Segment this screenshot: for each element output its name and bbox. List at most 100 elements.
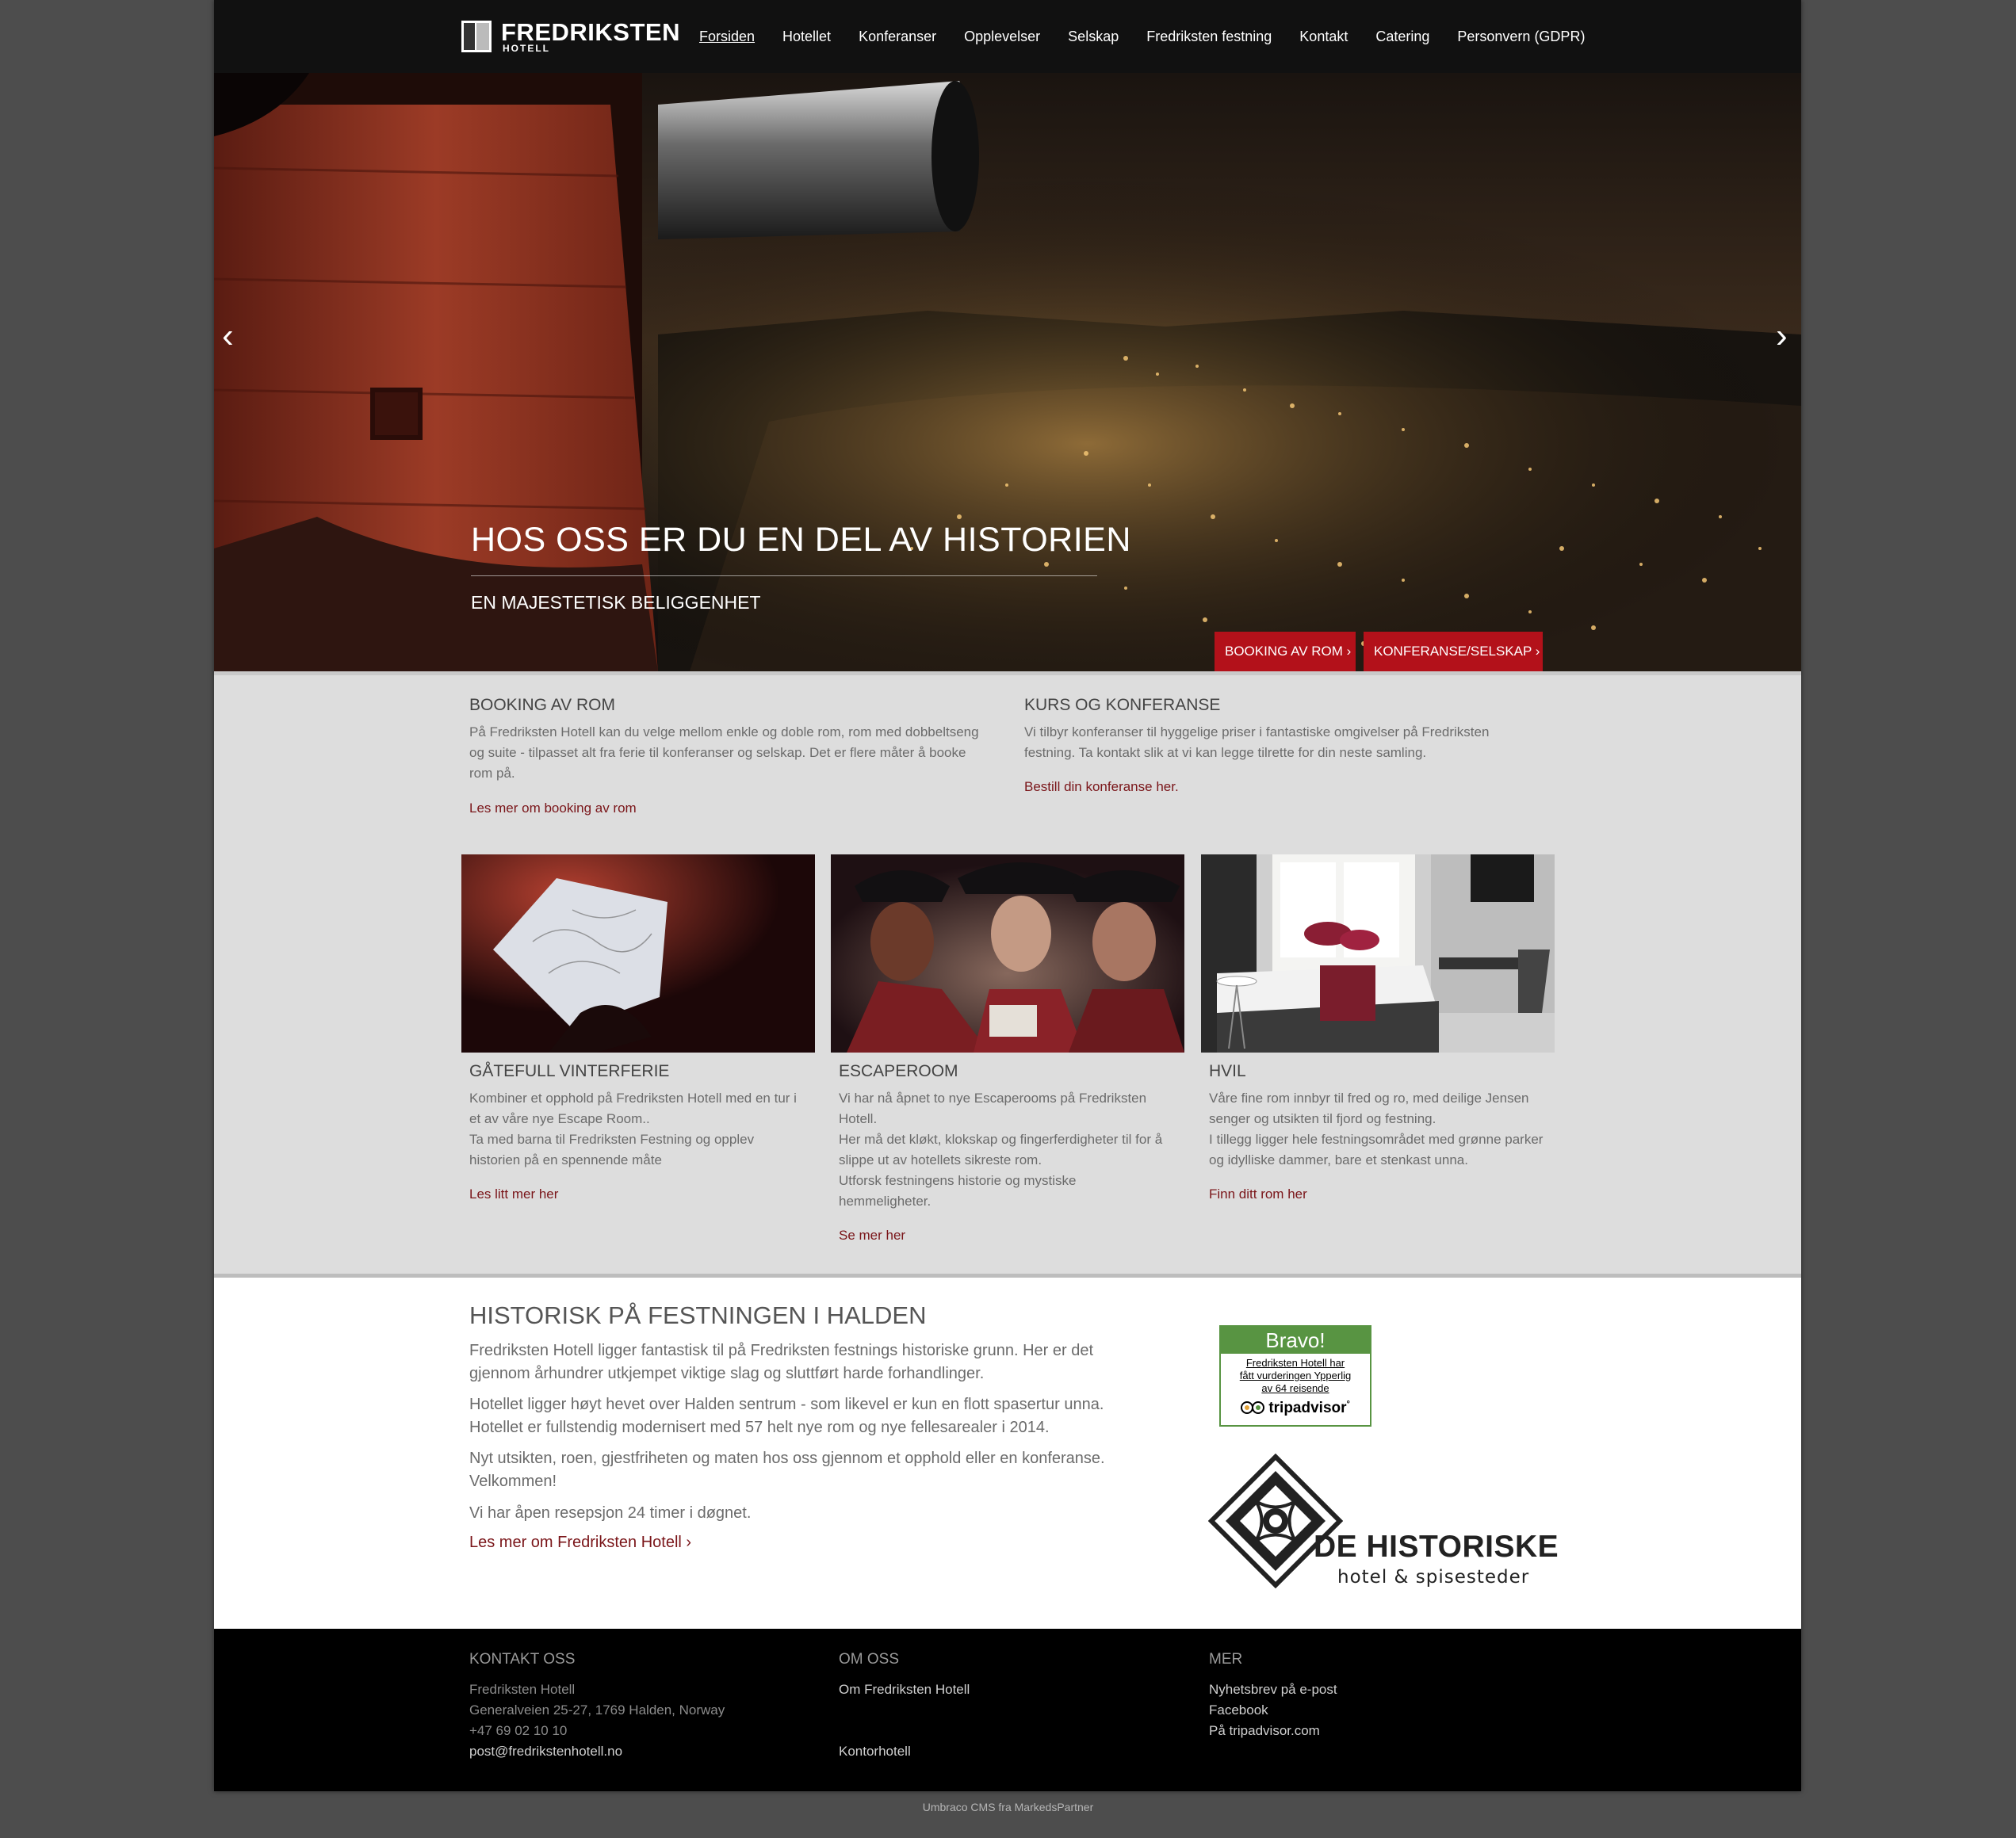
conference-text-line: festning. Ta kontakt slik at vi kan legg… — [1024, 745, 1427, 760]
card-link-hvil[interactable]: Finn ditt rom her — [1209, 1186, 1307, 1202]
nav-item-hotellet[interactable]: Hotellet — [782, 29, 831, 45]
conference-title: KURS OG KONFERANSE — [1024, 696, 1221, 714]
hero-slider: ‹ › HOS OSS ER DU EN DEL AV HISTORIEN EN… — [214, 73, 1801, 671]
nav-item-fredriksten-festning[interactable]: Fredriksten festning — [1146, 29, 1272, 45]
about-section: HISTORISK PÅ FESTNINGEN I HALDEN Fredrik… — [214, 1274, 1801, 1629]
card-image-hvil[interactable] — [1201, 854, 1555, 1053]
footer-link-kontorhotell[interactable]: Kontorhotell — [839, 1744, 911, 1760]
footer-about-title: OM OSS — [839, 1651, 900, 1668]
tripadvisor-heading: Bravo! — [1221, 1327, 1370, 1354]
about-link[interactable]: Les mer om Fredriksten Hotell › — [469, 1534, 691, 1552]
nav-item-kontakt[interactable]: Kontakt — [1299, 29, 1348, 45]
nav-item-selskap[interactable]: Selskap — [1068, 29, 1119, 45]
nav-item-personvern[interactable]: Personvern (GDPR) — [1457, 29, 1585, 45]
card-text-line: Ta med barna til Fredriksten Festning og… — [469, 1132, 755, 1147]
tripadvisor-text: Fredriksten Hotell har fått vurderingen … — [1221, 1354, 1370, 1395]
hero-divider — [471, 575, 1097, 576]
conference-text-line: Vi tilbyr konferanser til hyggelige pris… — [1024, 724, 1490, 739]
conference-link[interactable]: Bestill din konferanse her. — [1024, 779, 1179, 795]
services-section: BOOKING AV ROM På Fredriksten Hotell kan… — [214, 671, 1801, 1274]
site-header: FREDRIKSTEN HOTELL Forsiden Hotellet Kon… — [214, 0, 1801, 73]
owl-icon — [1241, 1400, 1268, 1416]
card-text-line: Utforsk festningens historie og mystiske — [839, 1173, 1077, 1188]
about-paragraph: Fredriksten Hotell ligger fantastisk til… — [469, 1339, 1127, 1385]
card-text-line: slippe ut av hotellets sikreste rom. — [839, 1152, 1042, 1167]
tripadvisor-text-line: fått vurderingen Ypperlig — [1239, 1370, 1352, 1381]
conference-text: Vi tilbyr konferanser til hyggelige pris… — [1024, 722, 1489, 763]
about-title: HISTORISK PÅ FESTNINGEN I HALDEN — [469, 1301, 927, 1329]
footer-link-om-hotell[interactable]: Om Fredriksten Hotell — [839, 1682, 970, 1698]
about-line: Nyt utsikten, roen, gjestfriheten og mat… — [469, 1450, 1105, 1467]
card-text-line: et av våre nye Escape Room.. — [469, 1111, 650, 1126]
page-container: FREDRIKSTEN HOTELL Forsiden Hotellet Kon… — [214, 0, 1801, 1791]
booking-text: På Fredriksten Hotell kan du velge mello… — [469, 722, 979, 784]
footer-contact-address: Generalveien 25-27, 1769 Halden, Norway — [469, 1702, 725, 1718]
card-text-line: historien på en spennende måte — [469, 1152, 662, 1167]
card-text-line: I tillegg ligger hele festningsområdet m… — [1209, 1132, 1544, 1147]
tripadvisor-logo: tripadvisor° — [1221, 1400, 1370, 1417]
card-image-vinterferie[interactable] — [461, 854, 815, 1053]
tripadvisor-badge[interactable]: Bravo! Fredriksten Hotell har fått vurde… — [1219, 1325, 1371, 1427]
cms-credit[interactable]: Umbraco CMS fra MarkedsPartner — [0, 1801, 2016, 1813]
booking-link[interactable]: Les mer om booking av rom — [469, 801, 637, 816]
footer-contact-name: Fredriksten Hotell — [469, 1682, 576, 1697]
footer-link-facebook[interactable]: Facebook — [1209, 1702, 1268, 1718]
card-text-line: Våre fine rom innbyr til fred og ro, med… — [1209, 1091, 1529, 1106]
hero-prev-button[interactable]: ‹ — [222, 319, 234, 353]
about-line: Hotellet ligger høyt hevet over Halden s… — [469, 1396, 1104, 1413]
hero-image — [214, 73, 1801, 671]
about-line: Vi har åpen resepsjon 24 timer i døgnet. — [469, 1504, 752, 1522]
footer-contact-title: KONTAKT OSS — [469, 1651, 576, 1668]
tripadvisor-wordmark: tripadvisor — [1268, 1400, 1347, 1416]
card-text-line: Her må det kløkt, klokskap og fingerferd… — [839, 1132, 1163, 1147]
about-line: Hotellet er fullstendig modernisert med … — [469, 1419, 1050, 1436]
card-text-line: og idylliske dammer, bare et stenkast un… — [1209, 1152, 1468, 1167]
nav-item-forsiden[interactable]: Forsiden — [699, 29, 755, 45]
nav-item-opplevelser[interactable]: Opplevelser — [964, 29, 1040, 45]
footer-link-newsletter[interactable]: Nyhetsbrev på e-post — [1209, 1682, 1337, 1698]
footer-contact-phone: +47 69 02 10 10 — [469, 1723, 568, 1738]
chevron-left-icon: ‹ — [222, 316, 234, 355]
hero-subtitle: EN MAJESTETISK BELIGGENHET — [471, 592, 761, 613]
footer-link-tripadvisor[interactable]: På tripadvisor.com — [1209, 1723, 1320, 1739]
card-link-escaperoom[interactable]: Se mer her — [839, 1228, 905, 1244]
booking-button[interactable]: BOOKING AV ROM › — [1215, 632, 1356, 671]
logo-mark-icon — [461, 21, 492, 52]
tripadvisor-text-line: Fredriksten Hotell har — [1245, 1357, 1345, 1369]
booking-title: BOOKING AV ROM — [469, 696, 615, 714]
card-link-vinterferie[interactable]: Les litt mer her — [469, 1186, 558, 1202]
card-title-hvil: HVIL — [1209, 1062, 1246, 1080]
hero-title: HOS OSS ER DU EN DEL AV HISTORIEN — [471, 521, 1131, 559]
card-text-vinterferie: Kombiner et opphold på Fredriksten Hotel… — [469, 1088, 797, 1171]
footer-more-title: MER — [1209, 1651, 1243, 1668]
booking-text-line: På Fredriksten Hotell kan du velge mello… — [469, 724, 979, 739]
site-footer: KONTAKT OSS Fredriksten Hotell Generalve… — [214, 1629, 1801, 1791]
about-line: Fredriksten Hotell ligger fantastisk til… — [469, 1342, 1094, 1359]
de-historiske-logo[interactable]: DE HISTORISKE hotel & spisesteder — [1208, 1454, 1559, 1588]
de-historiske-emblem-icon — [1208, 1454, 1343, 1588]
card-text-line: Hotell. — [839, 1111, 878, 1126]
card-text-line: Kombiner et opphold på Fredriksten Hotel… — [469, 1091, 797, 1106]
booking-text-line: rom på. — [469, 766, 515, 781]
card-text-escaperoom: Vi har nå åpnet to nye Escaperooms på Fr… — [839, 1088, 1162, 1212]
card-text-line: hemmeligheter. — [839, 1194, 931, 1209]
tripadvisor-text-line: av 64 reisende — [1261, 1382, 1329, 1394]
chevron-right-icon: › — [1776, 316, 1788, 355]
about-paragraph: Vi har åpen resepsjon 24 timer i døgnet. — [469, 1502, 1127, 1525]
nav-item-catering[interactable]: Catering — [1375, 29, 1429, 45]
main-nav: Forsiden Hotellet Konferanser Opplevelse… — [699, 0, 1612, 73]
card-text-hvil: Våre fine rom innbyr til fred og ro, med… — [1209, 1088, 1543, 1171]
card-image-escaperoom[interactable] — [831, 854, 1184, 1053]
card-text-line: Vi har nå åpnet to nye Escaperooms på Fr… — [839, 1091, 1147, 1106]
footer-contact-email[interactable]: post@fredrikstenhotell.no — [469, 1744, 622, 1760]
de-historiske-name: DE HISTORISKE — [1314, 1530, 1559, 1564]
about-paragraph: Nyt utsikten, roen, gjestfriheten og mat… — [469, 1447, 1127, 1493]
de-historiske-subtitle: hotel & spisesteder — [1337, 1567, 1530, 1588]
conference-button[interactable]: KONFERANSE/SELSKAP › — [1364, 632, 1543, 671]
logo-subtitle: HOTELL — [503, 43, 550, 54]
nav-item-konferanser[interactable]: Konferanser — [859, 29, 936, 45]
site-logo[interactable]: FREDRIKSTEN HOTELL — [461, 19, 679, 54]
hero-next-button[interactable]: › — [1776, 319, 1788, 353]
card-text-line: senger og utsikten til fjord og festning… — [1209, 1111, 1436, 1126]
booking-text-line: og suite - tilpasset alt fra ferie til k… — [469, 745, 966, 760]
